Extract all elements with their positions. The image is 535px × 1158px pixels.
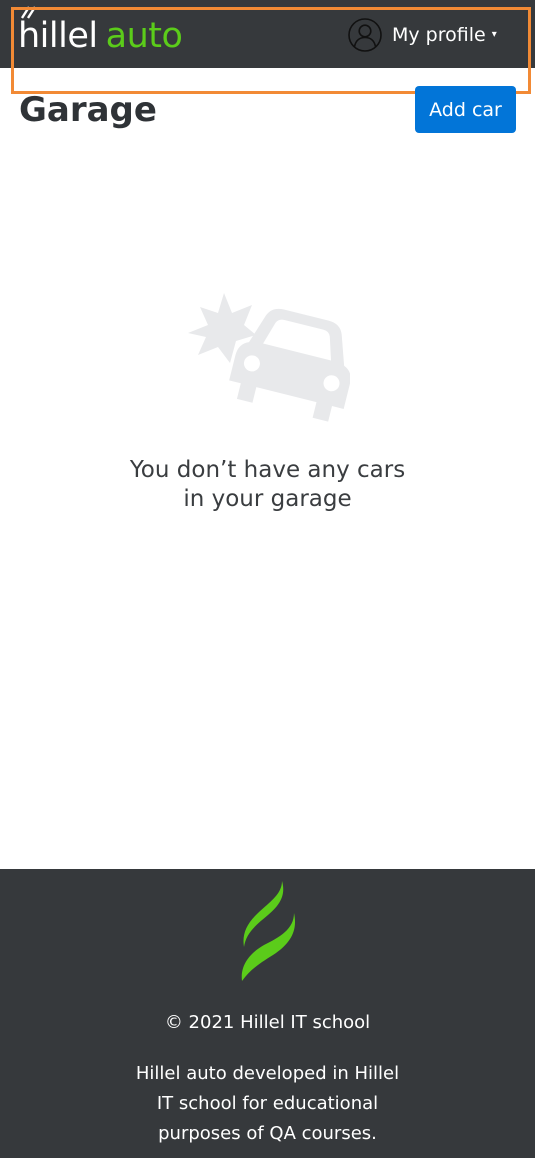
- brand-logo[interactable]: hillel auto: [18, 6, 183, 58]
- user-circle-icon: [348, 18, 382, 52]
- hillel-leaf-logo-icon: [241, 881, 296, 981]
- footer-description-line: IT school for educational: [156, 1093, 379, 1114]
- logo-text-hillel: hillel: [18, 16, 98, 56]
- footer-description: Hillel auto developed in Hillel IT schoo…: [0, 1059, 535, 1149]
- page-title: Garage: [19, 90, 157, 130]
- car-crash-icon: [188, 293, 350, 422]
- empty-message-line: in your garage: [183, 486, 352, 512]
- navbar: hillel auto My profile ▾: [0, 0, 535, 68]
- add-car-button[interactable]: Add car: [415, 86, 516, 133]
- profile-label: My profile: [392, 24, 486, 46]
- profile-dropdown-toggle[interactable]: My profile ▾: [348, 17, 497, 53]
- footer-description-line: Hillel auto developed in Hillel: [135, 1063, 400, 1084]
- footer: © 2021 Hillel IT school Hillel auto deve…: [0, 869, 535, 1158]
- page: hillel auto My profile ▾ Garage Add car: [0, 0, 535, 1158]
- copyright-text: © 2021 Hillel IT school: [164, 1012, 371, 1033]
- logo-mark-icon: [20, 6, 36, 19]
- footer-description-line: purposes of QA courses.: [158, 1123, 377, 1144]
- caret-down-icon: ▾: [491, 29, 497, 40]
- empty-message-line: You don’t have any cars: [129, 457, 406, 483]
- empty-garage-message: You don’t have any cars in your garage: [0, 456, 535, 514]
- logo-text-auto: auto: [105, 16, 183, 56]
